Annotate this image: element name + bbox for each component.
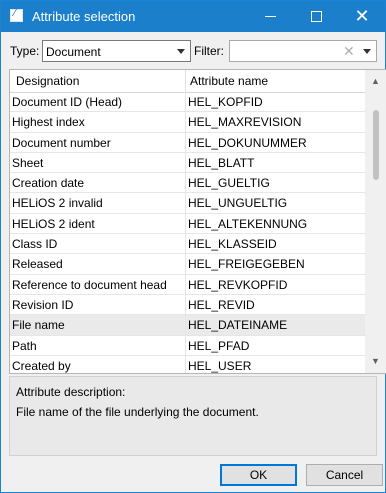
designation-cell: File name	[12, 318, 65, 333]
column-separator	[185, 132, 186, 152]
column-separator	[185, 213, 186, 234]
filter-input[interactable]: ✕	[229, 40, 377, 62]
column-separator	[185, 274, 186, 294]
cancel-button[interactable]: Cancel	[306, 464, 383, 486]
designation-cell: Document number	[12, 135, 111, 150]
column-separator	[185, 152, 186, 173]
table-row[interactable]: File name HEL_DATEINAME	[10, 315, 365, 336]
designation-cell: HELiOS 2 ident	[12, 216, 95, 231]
scroll-up-icon[interactable]: ▲	[365, 73, 386, 90]
attribute-name-cell: HEL_GUELTIG	[188, 176, 270, 191]
attribute-name-cell: HEL_DOKUNUMMER	[188, 135, 307, 150]
maximize-icon	[311, 11, 322, 22]
attribute-name-cell: HEL_ALTEKENNUNG	[188, 216, 308, 231]
table-row[interactable]: Path HEL_PFAD	[10, 335, 365, 356]
description-title: Attribute description:	[16, 385, 126, 399]
designation-cell: Path	[12, 338, 37, 353]
vertical-scrollbar[interactable]: ▲ ▼	[365, 70, 386, 373]
attribute-description-panel: Attribute description: File name of the …	[9, 376, 377, 456]
description-text: File name of the file underlying the doc…	[16, 405, 259, 419]
column-separator	[185, 294, 186, 315]
designation-cell: Released	[12, 257, 63, 272]
table-row[interactable]: Created by HEL_USER	[10, 355, 365, 373]
close-icon: ✕	[354, 6, 370, 26]
attribute-name-cell: HEL_FREIGEGEBEN	[188, 257, 305, 272]
clear-filter-icon[interactable]: ✕	[343, 43, 355, 60]
document-attribute-icon	[10, 8, 23, 22]
attribute-name-cell: HEL_MAXREVISION	[188, 115, 302, 130]
column-header-attribute-name[interactable]: Attribute name	[190, 74, 268, 88]
designation-cell: Revision ID	[12, 297, 74, 312]
column-separator	[185, 355, 186, 373]
designation-cell: Class ID	[12, 237, 58, 252]
column-separator	[185, 234, 186, 254]
designation-cell: HELiOS 2 invalid	[12, 196, 103, 211]
window-title: Attribute selection	[32, 9, 136, 24]
table-row[interactable]: HELiOS 2 ident HEL_ALTEKENNUNG	[10, 213, 365, 235]
table-row[interactable]: Sheet HEL_BLATT	[10, 152, 365, 174]
attribute-name-cell: HEL_KLASSEID	[188, 237, 277, 252]
designation-cell: Sheet	[12, 155, 44, 170]
column-separator	[185, 173, 186, 193]
table-row[interactable]: Released HEL_FREIGEGEBEN	[10, 254, 365, 275]
type-label: Type:	[10, 44, 40, 58]
attribute-table[interactable]: Designation Attribute name Document ID (…	[9, 69, 386, 374]
column-separator	[185, 193, 186, 213]
type-select[interactable]: Document	[42, 40, 191, 62]
attribute-name-cell: HEL_BLATT	[188, 155, 255, 170]
column-header-designation[interactable]: Designation	[16, 74, 79, 88]
table-row[interactable]: Highest index HEL_MAXREVISION	[10, 112, 365, 133]
table-row[interactable]: Reference to document head HEL_REVKOPFID	[10, 274, 365, 295]
maximize-button[interactable]	[293, 1, 339, 32]
column-separator[interactable]	[185, 70, 186, 92]
designation-cell: Reference to document head	[12, 277, 167, 292]
column-separator	[185, 254, 186, 274]
attribute-name-cell: HEL_USER	[188, 358, 252, 373]
filter-label: Filter:	[194, 44, 224, 58]
chevron-down-icon	[177, 49, 185, 54]
close-button[interactable]: ✕	[339, 1, 385, 32]
attribute-name-cell: HEL_DATEINAME	[188, 318, 288, 333]
attribute-name-cell: HEL_REVKOPFID	[188, 277, 288, 292]
minimize-button[interactable]	[247, 1, 293, 32]
type-select-value: Document	[46, 45, 101, 59]
table-body: Document ID (Head) HEL_KOPFID Highest inde…	[10, 92, 365, 373]
scroll-down-icon[interactable]: ▼	[365, 353, 386, 370]
designation-cell: Creation date	[12, 176, 85, 191]
attribute-selection-dialog: Attribute selection ✕ Type: Document Fil…	[0, 0, 386, 493]
attribute-name-cell: HEL_REVID	[188, 297, 255, 312]
attribute-name-cell: HEL_KOPFID	[188, 95, 263, 109]
scroll-thumb[interactable]	[373, 110, 379, 180]
table-row[interactable]: Creation date HEL_GUELTIG	[10, 173, 365, 194]
minimize-icon	[265, 16, 276, 17]
chevron-down-icon[interactable]	[363, 49, 371, 54]
designation-cell: Highest index	[12, 115, 85, 130]
column-separator	[185, 112, 186, 132]
table-row[interactable]: Class ID HEL_KLASSEID	[10, 234, 365, 255]
designation-cell: Created by	[12, 358, 71, 373]
table-row[interactable]: Revision ID HEL_REVID	[10, 294, 365, 316]
attribute-name-cell: HEL_UNGUELTIG	[188, 196, 288, 211]
ok-button[interactable]: OK	[220, 464, 297, 486]
attribute-name-cell: HEL_PFAD	[188, 338, 250, 353]
column-separator	[185, 92, 186, 112]
column-separator	[185, 335, 186, 355]
table-row[interactable]: Document ID (Head) HEL_KOPFID	[10, 92, 365, 113]
designation-cell: Document ID (Head)	[12, 95, 123, 109]
title-bar[interactable]: Attribute selection ✕	[1, 1, 385, 32]
table-header: Designation Attribute name	[10, 70, 365, 93]
table-row[interactable]: Document number HEL_DOKUNUMMER	[10, 132, 365, 153]
table-row[interactable]: HELiOS 2 invalid HEL_UNGUELTIG	[10, 193, 365, 214]
column-separator	[185, 315, 186, 335]
